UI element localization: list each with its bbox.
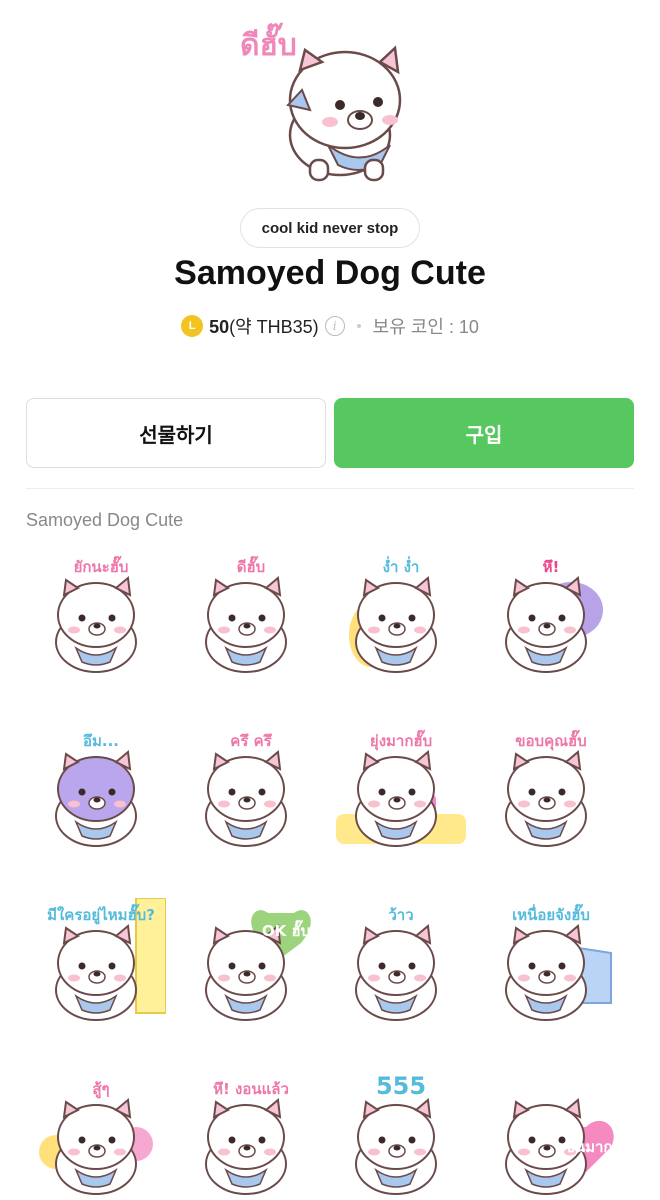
sticker-caption: เขินมาก: [559, 1138, 612, 1156]
hero-caption: ดีฮั๊บ: [240, 22, 297, 63]
price-approx: (약 THB35): [229, 317, 319, 337]
sticker-icon: มีใครอยู่ไหมฮั๊บ?: [47, 898, 166, 1021]
sticker-item[interactable]: ครึ ครึ: [186, 724, 316, 854]
owned-coins: 보유 코인 : 10: [372, 317, 479, 337]
price-amount: 50(약 THB35): [209, 313, 319, 339]
sticker-caption: เหนื่อยจังฮั๊บ: [512, 903, 590, 924]
sticker-icon: เหนื่อยจังฮั๊บ: [505, 903, 612, 1021]
sticker-icon: หึ! งอนแล้ว: [205, 1080, 289, 1195]
sticker-item[interactable]: ยุ่งมากฮั๊บ: [336, 724, 466, 854]
sticker-set-label: Samoyed Dog Cute: [26, 510, 184, 530]
sticker-icon: ว้าว: [355, 906, 437, 1021]
sticker-caption: ครึ ครึ: [230, 732, 272, 750]
sticker-caption: หึ!: [543, 558, 560, 576]
sticker-icon: อึม...: [55, 732, 137, 847]
line-coin-icon: L: [181, 315, 204, 337]
sticker-caption: ยักนะฮั๊บ: [74, 555, 129, 576]
sticker-caption: ว้าว: [388, 906, 413, 924]
sticker-tag[interactable]: cool kid never stop: [240, 208, 420, 248]
sticker-item[interactable]: ยักนะฮั๊บ: [36, 550, 166, 680]
sticker-item[interactable]: ดีฮั๊บ: [186, 550, 316, 680]
sticker-item[interactable]: เขินมาก: [486, 1072, 616, 1200]
sticker-item[interactable]: ขอบคุณฮั๊บ: [486, 724, 616, 854]
sticker-icon: OK ฮั๊บ: [205, 910, 311, 1021]
sticker-item[interactable]: หึ! งอนแล้ว: [186, 1072, 316, 1200]
price-coins: 50: [209, 317, 230, 337]
sticker-caption: OK ฮั๊บ: [262, 919, 310, 940]
sticker-item[interactable]: ว้าว: [336, 898, 466, 1028]
sticker-item[interactable]: เหนื่อยจังฮั๊บ: [486, 898, 616, 1028]
sticker-item[interactable]: สู้ๆ: [36, 1072, 166, 1200]
sticker-icon: ยุ่งมากฮั๊บ: [336, 729, 466, 847]
sticker-title: Samoyed Dog Cute: [174, 254, 486, 292]
price-row: L 50(약 THB35) i 보유 코인 : 10: [0, 312, 660, 340]
sticker-item[interactable]: ง่ำ ง่ำ: [336, 550, 466, 680]
sticker-icon: ยักนะฮั๊บ: [55, 555, 137, 673]
sticker-icon: 555: [355, 1072, 437, 1195]
sticker-icon: สู้ๆ: [39, 1080, 153, 1195]
sticker-item[interactable]: OK ฮั๊บ: [186, 898, 316, 1028]
sticker-item[interactable]: 555: [336, 1072, 466, 1200]
buy-button[interactable]: 구입: [334, 398, 634, 468]
sticker-caption: ดีฮั๊บ: [237, 555, 265, 576]
sticker-item[interactable]: อึม...: [36, 724, 166, 854]
sticker-caption: หึ! งอนแล้ว: [213, 1080, 289, 1098]
sticker-icon: ง่ำ ง่ำ: [349, 556, 437, 673]
main-sticker-image: ดีฮั๊บ: [230, 10, 430, 190]
info-icon[interactable]: i: [324, 316, 345, 336]
sticker-caption: สู้ๆ: [92, 1080, 109, 1099]
sticker-caption: อึม...: [83, 732, 119, 750]
sticker-icon: เขินมาก: [505, 1098, 614, 1195]
sticker-caption: ง่ำ ง่ำ: [383, 556, 420, 576]
sticker-item[interactable]: หึ!: [486, 550, 616, 680]
sticker-icon: ดีฮั๊บ: [205, 555, 287, 673]
sticker-caption: มีใครอยู่ไหมฮั๊บ?: [47, 903, 155, 925]
gift-button[interactable]: 선물하기: [26, 398, 326, 468]
divider: [26, 488, 634, 489]
sticker-caption: 555: [376, 1072, 426, 1100]
sticker-icon: ครึ ครึ: [205, 732, 287, 847]
sticker-item[interactable]: มีใครอยู่ไหมฮั๊บ?: [36, 898, 166, 1028]
sticker-icon: หึ!: [505, 558, 603, 673]
sticker-caption: ขอบคุณฮั๊บ: [515, 729, 586, 751]
separator-dot: [356, 324, 361, 328]
sticker-icon: ขอบคุณฮั๊บ: [505, 729, 587, 847]
sticker-caption: ยุ่งมากฮั๊บ: [370, 729, 432, 751]
